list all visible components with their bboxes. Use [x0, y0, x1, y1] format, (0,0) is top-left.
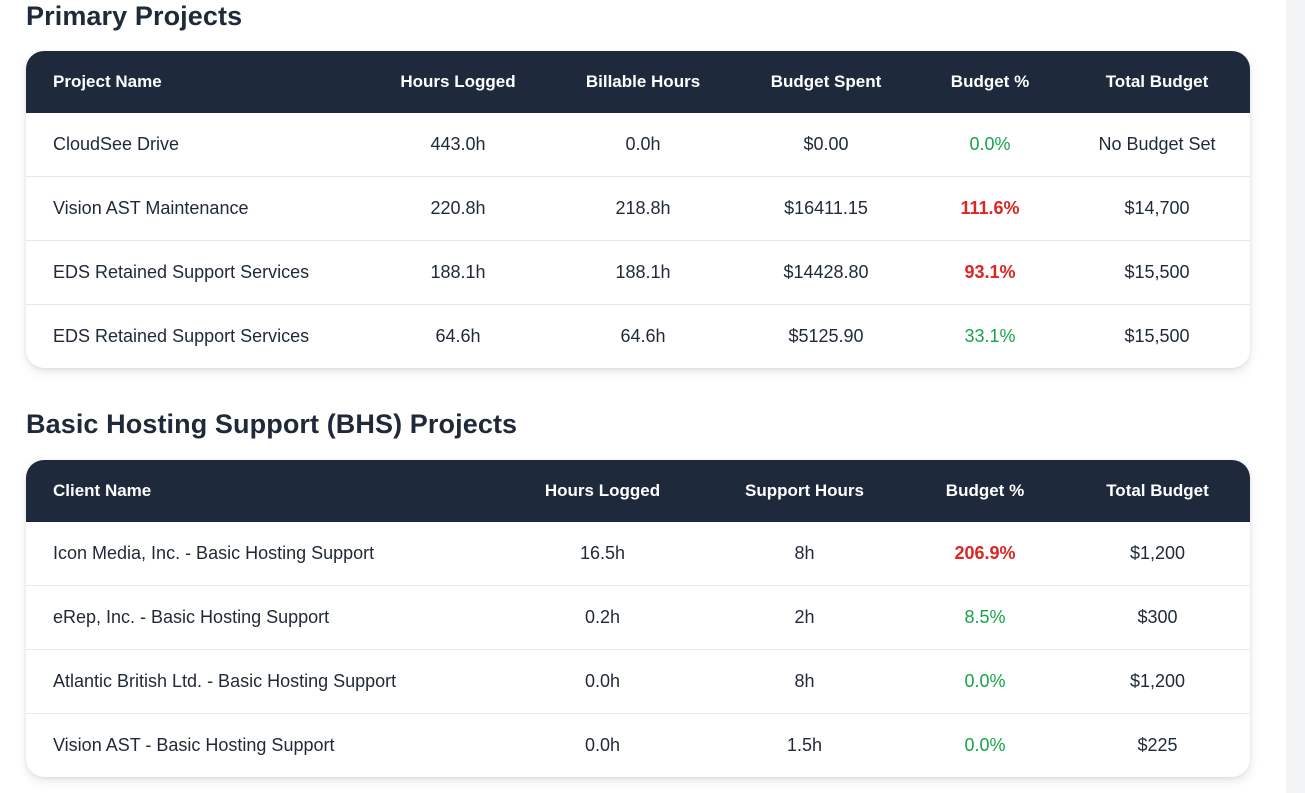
support-hours-cell: 2h	[794, 607, 815, 627]
column-header-total-budget: Total Budget	[1106, 481, 1209, 500]
column-header-budget-spent: Budget Spent	[770, 72, 882, 91]
client-name-cell: eRep, Inc. - Basic Hosting Support	[53, 607, 330, 627]
budget-percent-cell: 33.1%	[964, 326, 1016, 346]
billable-hours-cell: 188.1h	[615, 262, 671, 282]
primary-projects-title: Primary Projects	[26, 1, 243, 31]
hours-logged-cell: 0.0h	[584, 671, 621, 691]
client-name-cell: Vision AST - Basic Hosting Support	[53, 735, 335, 755]
page-scroll-gutter[interactable]	[1286, 0, 1305, 793]
budget-spent-cell: $5125.90	[788, 326, 864, 346]
total-budget-cell: $1,200	[1129, 543, 1186, 563]
table-row: Vision AST - Basic Hosting Support 0.0h …	[26, 713, 1250, 777]
column-header-budget-percent: Budget %	[950, 72, 1030, 91]
total-budget-cell: $14,700	[1124, 198, 1190, 218]
client-name-cell: Atlantic British Ltd. - Basic Hosting Su…	[53, 671, 397, 691]
total-budget-cell: $1,200	[1129, 671, 1186, 691]
total-budget-cell: $225	[1137, 735, 1178, 755]
budget-spent-cell: $0.00	[803, 134, 849, 154]
project-name-cell: Vision AST Maintenance	[53, 198, 249, 218]
budget-spent-cell: $14428.80	[783, 262, 869, 282]
budget-percent-cell: 206.9%	[954, 543, 1016, 563]
table-header: Client Name Hours Logged Support Hours B…	[26, 460, 1250, 522]
column-header-billable-hours: Billable Hours	[585, 72, 701, 91]
column-header-budget-percent: Budget %	[945, 481, 1025, 500]
billable-hours-cell: 64.6h	[620, 326, 666, 346]
column-header-hours-logged: Hours Logged	[544, 481, 661, 500]
primary-projects-table: Project Name Hours Logged Billable Hours…	[26, 51, 1250, 368]
budget-percent-cell: 111.6%	[960, 198, 1020, 218]
hours-logged-cell: 188.1h	[430, 262, 486, 282]
client-name-cell: Icon Media, Inc. - Basic Hosting Support	[53, 543, 375, 563]
column-header-hours-logged: Hours Logged	[400, 72, 516, 91]
table-row: CloudSee Drive 443.0h 0.0h $0.00 0.0% No…	[26, 113, 1250, 176]
bhs-projects-table: Client Name Hours Logged Support Hours B…	[26, 460, 1250, 777]
support-hours-cell: 1.5h	[786, 735, 823, 755]
hours-logged-cell: 0.0h	[584, 735, 621, 755]
report-content: Primary Projects Project Name Hours Logg…	[0, 0, 1286, 793]
support-hours-cell: 8h	[794, 543, 815, 563]
table-body: Icon Media, Inc. - Basic Hosting Support…	[26, 522, 1250, 777]
budget-percent-cell: 8.5%	[964, 607, 1006, 627]
total-budget-cell: $15,500	[1124, 326, 1190, 346]
project-name-cell: EDS Retained Support Services	[53, 326, 310, 346]
project-name-cell: EDS Retained Support Services	[53, 262, 310, 282]
column-header-client-name: Client Name	[53, 481, 152, 500]
hours-logged-cell: 443.0h	[430, 134, 486, 154]
column-header-project-name: Project Name	[53, 72, 162, 91]
hours-logged-cell: 16.5h	[579, 543, 626, 563]
hours-logged-cell: 0.2h	[584, 607, 621, 627]
column-header-support-hours: Support Hours	[745, 481, 864, 500]
table-body: CloudSee Drive 443.0h 0.0h $0.00 0.0% No…	[26, 113, 1250, 368]
budget-percent-cell: 93.1%	[964, 262, 1016, 282]
table-header: Project Name Hours Logged Billable Hours…	[26, 51, 1250, 113]
project-name-cell: CloudSee Drive	[53, 134, 180, 154]
budget-percent-cell: 0.0%	[969, 134, 1011, 154]
table-row: EDS Retained Support Services 64.6h 64.6…	[26, 304, 1250, 368]
budget-spent-cell: $16411.15	[784, 198, 868, 218]
support-hours-cell: 8h	[794, 671, 815, 691]
table-row: EDS Retained Support Services 188.1h 188…	[26, 240, 1250, 304]
table-row: Vision AST Maintenance 220.8h 218.8h $16…	[26, 176, 1250, 240]
table-row: eRep, Inc. - Basic Hosting Support 0.2h …	[26, 585, 1250, 649]
hours-logged-cell: 64.6h	[435, 326, 481, 346]
billable-hours-cell: 0.0h	[625, 134, 661, 154]
column-header-total-budget: Total Budget	[1105, 72, 1209, 91]
total-budget-cell: $300	[1137, 607, 1178, 627]
bhs-projects-title: Basic Hosting Support (BHS) Projects	[26, 409, 518, 439]
table-row: Atlantic British Ltd. - Basic Hosting Su…	[26, 649, 1250, 713]
table-row: Icon Media, Inc. - Basic Hosting Support…	[26, 522, 1250, 585]
total-budget-cell: No Budget Set	[1098, 134, 1216, 154]
hours-logged-cell: 220.8h	[430, 198, 486, 218]
total-budget-cell: $15,500	[1124, 262, 1190, 282]
billable-hours-cell: 218.8h	[615, 198, 671, 218]
budget-percent-cell: 0.0%	[964, 671, 1006, 691]
budget-percent-cell: 0.0%	[964, 735, 1006, 755]
